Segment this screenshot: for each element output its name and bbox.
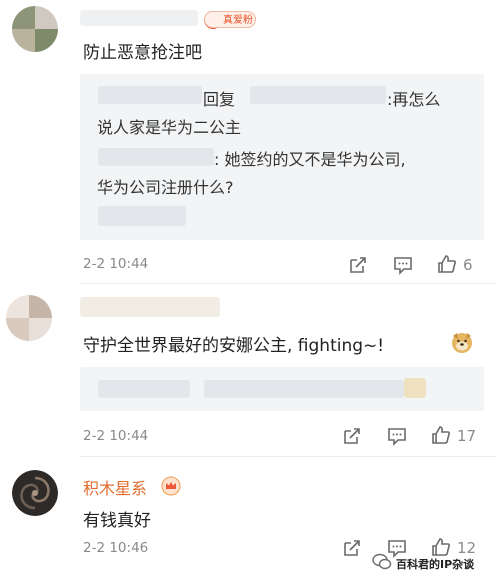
avatar[interactable] [12, 470, 58, 516]
comment-text: 有钱真好 [83, 511, 151, 531]
comment-time: 2-2 10:44 [83, 256, 149, 272]
share-icon[interactable] [342, 426, 362, 446]
share-icon[interactable] [348, 255, 368, 275]
username-redacted[interactable] [80, 10, 198, 26]
reply-username-redacted[interactable] [98, 86, 202, 104]
fan-badge[interactable]: 真爱粉 [204, 11, 256, 28]
comment-icon[interactable] [387, 538, 407, 558]
reply-redacted[interactable] [404, 378, 426, 398]
username[interactable]: 积木星系 [83, 475, 147, 499]
avatar[interactable] [12, 6, 58, 52]
comment-text: 守护全世界最好的安娜公主, fighting~! [83, 336, 385, 356]
reply-text: 说人家是华为二公主 [97, 118, 242, 137]
reply-text: :再怎么 [387, 90, 441, 109]
avatar[interactable] [6, 295, 52, 341]
more-replies-redacted[interactable] [98, 206, 186, 226]
like-icon[interactable] [437, 254, 457, 274]
username-redacted[interactable] [80, 297, 220, 317]
reply-text: 华为公司注册什么? [97, 178, 234, 197]
doge-emoji-icon [452, 333, 472, 353]
like-icon[interactable] [431, 425, 451, 445]
reply-target-redacted[interactable] [250, 86, 386, 104]
crown-icon [161, 476, 181, 496]
like-count: 12 [457, 539, 477, 557]
reply-text: 回复 [203, 90, 236, 109]
comment-time: 2-2 10:46 [83, 540, 149, 556]
like-icon[interactable] [431, 537, 451, 557]
comment-text: 防止恶意抢注吧 [83, 43, 202, 63]
like-count: 6 [463, 256, 473, 274]
reply-redacted[interactable] [98, 380, 190, 398]
reply-text: : 她签约的又不是华为公司, [214, 150, 406, 169]
share-icon[interactable] [342, 538, 362, 558]
comment-time: 2-2 10:44 [83, 428, 149, 444]
divider [80, 283, 497, 284]
reply-username-redacted[interactable] [98, 148, 214, 166]
divider [80, 456, 497, 457]
comment-icon[interactable] [387, 426, 407, 446]
like-count: 17 [457, 427, 477, 445]
watermark: 百科君的IP杂谈 [396, 558, 475, 571]
reply-redacted[interactable] [204, 380, 404, 398]
comment-icon[interactable] [393, 255, 413, 275]
